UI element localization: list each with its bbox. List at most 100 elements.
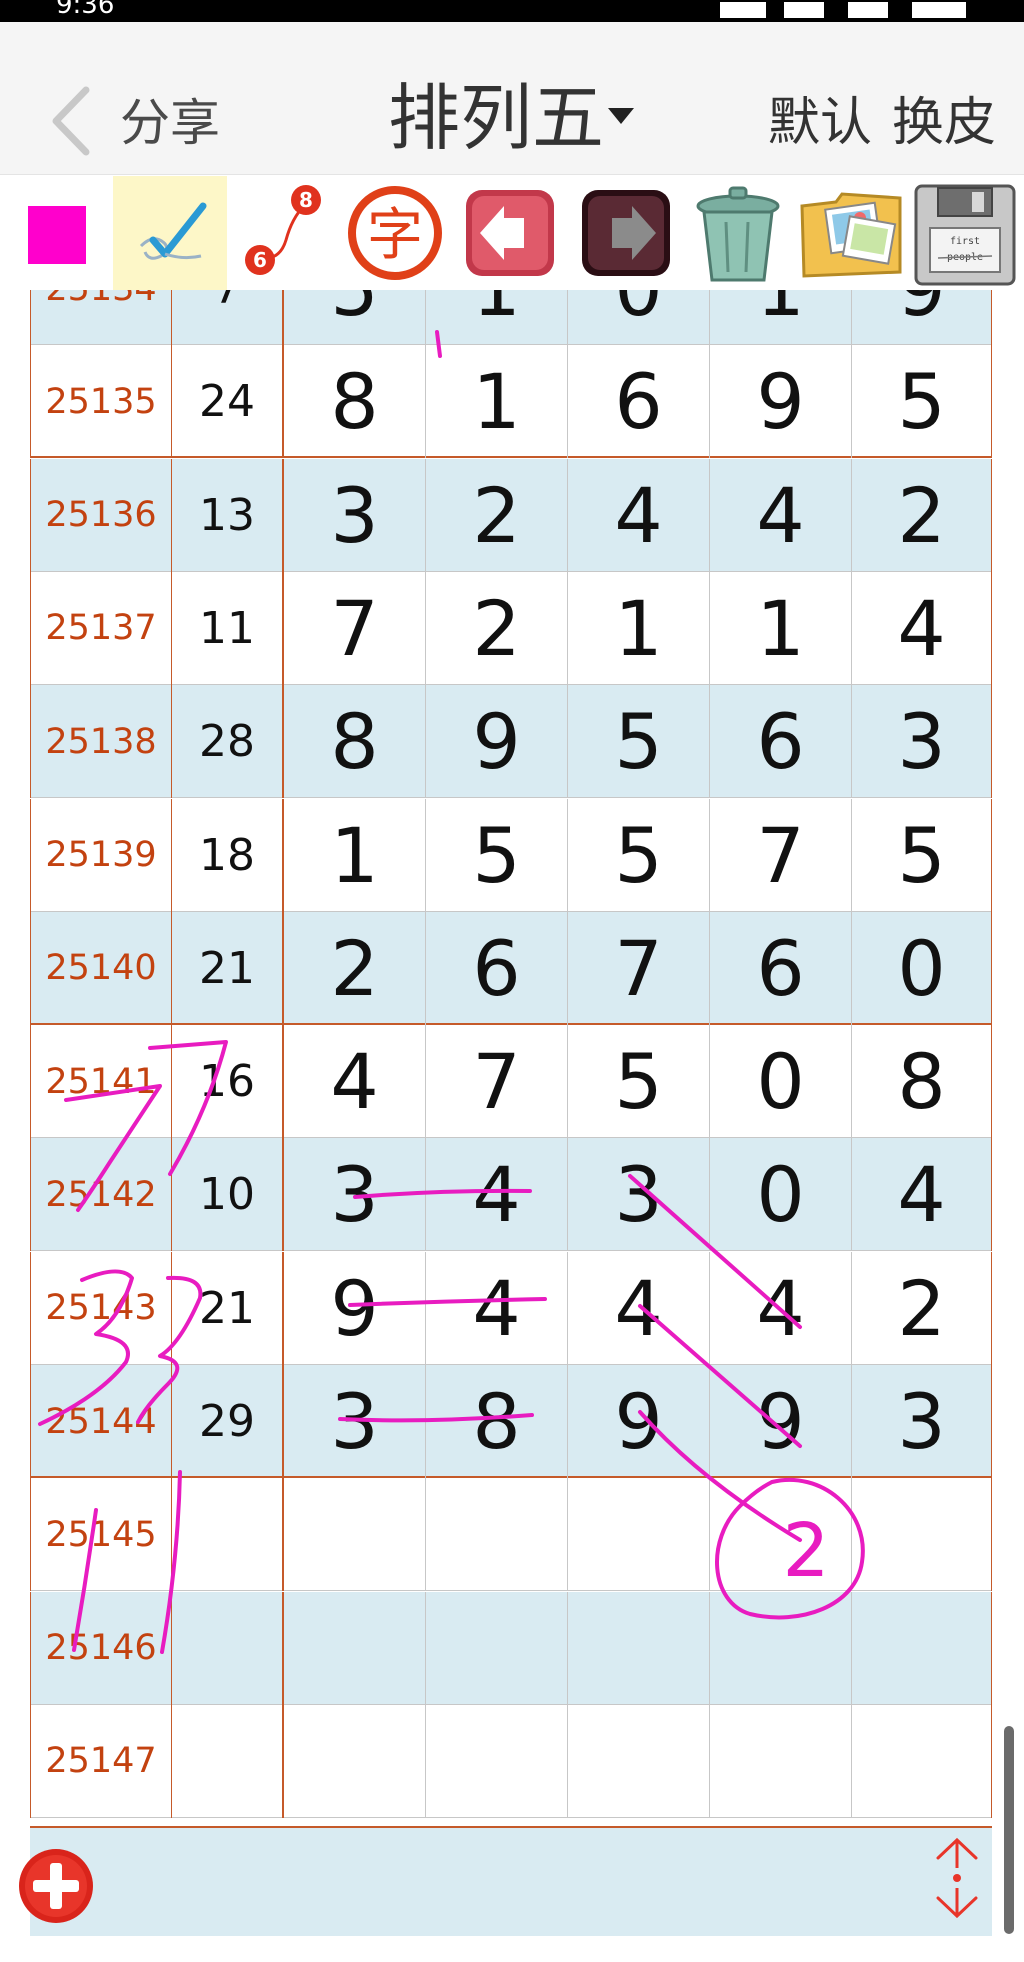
table-row[interactable]: 25141 16 4 7 5 0 8 xyxy=(30,1025,992,1139)
digit-cell-4[interactable]: 4 xyxy=(710,458,852,572)
digit-cell-2[interactable]: 1 xyxy=(426,345,568,459)
digit-cell-2[interactable]: 1 xyxy=(426,290,568,345)
up-down-arrows-icon[interactable] xyxy=(932,1834,982,1922)
digit-cell-2[interactable] xyxy=(426,1478,568,1592)
digit-cell-2[interactable]: 7 xyxy=(426,1025,568,1139)
digit-cell-3[interactable]: 7 xyxy=(568,911,710,1025)
digit-cell-4[interactable] xyxy=(710,1591,852,1705)
digit-cell-2[interactable]: 6 xyxy=(426,911,568,1025)
digit-cell-1[interactable]: 3 xyxy=(284,1365,426,1478)
plus-circle-icon[interactable] xyxy=(16,1846,96,1926)
undo-button[interactable] xyxy=(460,176,560,290)
digit-cell-4[interactable] xyxy=(710,1704,852,1818)
digit-cell-2[interactable]: 2 xyxy=(426,458,568,572)
redo-button[interactable] xyxy=(576,176,676,290)
digit-cell-4[interactable]: 0 xyxy=(710,1138,852,1252)
table-row[interactable]: 25143 21 9 4 4 4 2 xyxy=(30,1251,992,1365)
digit-cell-4[interactable]: 4 xyxy=(710,1251,852,1365)
digit-cell-1[interactable]: 8 xyxy=(284,345,426,459)
digit-cell-5[interactable]: 5 xyxy=(852,345,992,459)
digit-cell-4[interactable]: 6 xyxy=(710,685,852,799)
digit-cell-4[interactable]: 9 xyxy=(710,345,852,459)
digit-cell-1[interactable]: 1 xyxy=(284,798,426,912)
digit-cell-5[interactable]: 5 xyxy=(852,798,992,912)
draw-table[interactable]: 2513475101925135248169525136133244225137… xyxy=(30,290,992,1827)
table-row[interactable]: 25137 11 7 2 1 1 4 xyxy=(30,571,992,685)
table-row[interactable]: 25142 10 3 4 3 0 4 xyxy=(30,1138,992,1252)
digit-cell-3[interactable]: 5 xyxy=(568,798,710,912)
digit-cell-1[interactable] xyxy=(284,1591,426,1705)
digit-cell-5[interactable] xyxy=(852,1478,992,1592)
digit-cell-3[interactable] xyxy=(568,1478,710,1592)
digit-cell-3[interactable] xyxy=(568,1704,710,1818)
table-row[interactable]: 25138 28 8 9 5 6 3 xyxy=(30,685,992,799)
digit-cell-5[interactable]: 8 xyxy=(852,1025,992,1139)
digit-cell-5[interactable]: 2 xyxy=(852,458,992,572)
digit-cell-5[interactable]: 4 xyxy=(852,571,992,685)
text-tool-button[interactable]: 字 xyxy=(344,176,446,290)
digit-cell-3[interactable]: 4 xyxy=(568,458,710,572)
pen-tool-button[interactable] xyxy=(113,176,227,290)
digit-cell-1[interactable]: 3 xyxy=(284,458,426,572)
line-tool-button[interactable]: 8 6 xyxy=(240,176,328,290)
digit-cell-4[interactable]: 0 xyxy=(710,1025,852,1139)
digit-cell-3[interactable]: 9 xyxy=(568,1365,710,1478)
digit-cell-2[interactable]: 9 xyxy=(426,685,568,799)
digit-cell-1[interactable]: 3 xyxy=(284,1138,426,1252)
digit-cell-5[interactable] xyxy=(852,1704,992,1818)
digit-cell-1[interactable] xyxy=(284,1704,426,1818)
table-row[interactable]: 25145 xyxy=(30,1478,992,1592)
digit-cell-2[interactable]: 8 xyxy=(426,1365,568,1478)
default-button[interactable]: 默认 xyxy=(768,68,872,178)
table-row[interactable]: 25139 18 1 5 5 7 5 xyxy=(30,798,992,912)
digit-cell-1[interactable]: 2 xyxy=(284,911,426,1025)
digit-cell-1[interactable]: 5 xyxy=(284,290,426,345)
digit-cell-3[interactable]: 5 xyxy=(568,685,710,799)
digit-cell-5[interactable] xyxy=(852,1591,992,1705)
digit-cell-4[interactable]: 1 xyxy=(710,290,852,345)
digit-cell-1[interactable]: 9 xyxy=(284,1251,426,1365)
table-row[interactable]: 25134751019 xyxy=(30,290,992,345)
digit-cell-2[interactable]: 5 xyxy=(426,798,568,912)
image-button[interactable] xyxy=(796,176,908,290)
digit-cell-3[interactable] xyxy=(568,1591,710,1705)
digit-cell-5[interactable]: 3 xyxy=(852,1365,992,1478)
digit-cell-3[interactable]: 0 xyxy=(568,290,710,345)
clear-button[interactable] xyxy=(686,176,790,290)
digit-cell-4[interactable]: 1 xyxy=(710,571,852,685)
digit-cell-4[interactable] xyxy=(710,1478,852,1592)
digit-cell-5[interactable]: 9 xyxy=(852,290,992,345)
digit-cell-5[interactable]: 4 xyxy=(852,1138,992,1252)
table-row[interactable]: 25135 24 8 1 6 9 5 xyxy=(30,345,992,459)
digit-cell-5[interactable]: 0 xyxy=(852,911,992,1025)
digit-cell-3[interactable]: 1 xyxy=(568,571,710,685)
color-swatch[interactable] xyxy=(28,206,86,264)
digit-cell-5[interactable]: 2 xyxy=(852,1251,992,1365)
digit-cell-3[interactable]: 4 xyxy=(568,1251,710,1365)
chevron-left-icon[interactable] xyxy=(46,82,98,160)
digit-cell-4[interactable]: 9 xyxy=(710,1365,852,1478)
digit-cell-3[interactable]: 6 xyxy=(568,345,710,459)
digit-cell-1[interactable]: 8 xyxy=(284,685,426,799)
dropdown-caret-icon[interactable] xyxy=(608,108,634,124)
digit-cell-4[interactable]: 7 xyxy=(710,798,852,912)
digit-cell-4[interactable]: 6 xyxy=(710,911,852,1025)
scrollbar[interactable] xyxy=(1004,1726,1014,1934)
digit-cell-1[interactable]: 7 xyxy=(284,571,426,685)
share-button[interactable]: 分享 xyxy=(120,68,220,178)
digit-cell-2[interactable]: 4 xyxy=(426,1138,568,1252)
table-row[interactable]: 25136 13 3 2 4 4 2 xyxy=(30,458,992,572)
digit-cell-5[interactable]: 3 xyxy=(852,685,992,799)
table-row[interactable]: 25147 xyxy=(30,1704,992,1818)
digit-cell-2[interactable] xyxy=(426,1704,568,1818)
digit-cell-1[interactable]: 4 xyxy=(284,1025,426,1139)
digit-cell-3[interactable]: 5 xyxy=(568,1025,710,1139)
digit-cell-2[interactable]: 2 xyxy=(426,571,568,685)
table-row[interactable]: 25146 xyxy=(30,1591,992,1705)
digit-cell-2[interactable]: 4 xyxy=(426,1251,568,1365)
digit-cell-3[interactable]: 3 xyxy=(568,1138,710,1252)
save-button[interactable]: first people xyxy=(912,176,1018,290)
table-row[interactable]: 25144 29 3 8 9 9 3 xyxy=(30,1365,992,1478)
digit-cell-2[interactable] xyxy=(426,1591,568,1705)
table-row[interactable]: 25140 21 2 6 7 6 0 xyxy=(30,911,992,1025)
